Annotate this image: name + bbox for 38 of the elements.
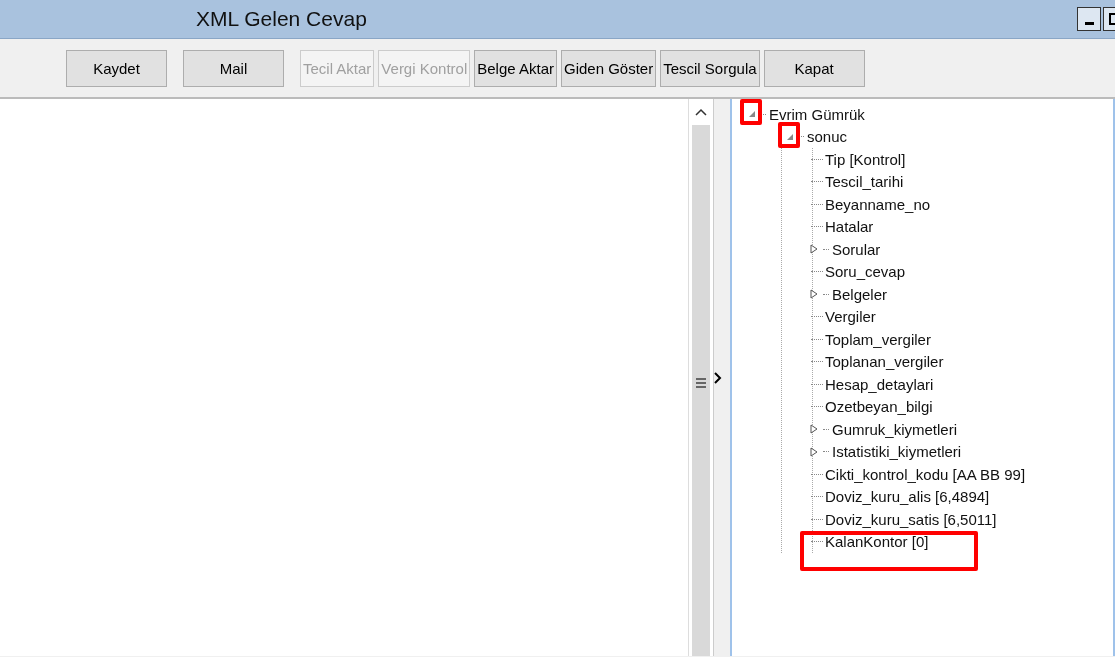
toolbar-button[interactable]: Mail [183, 49, 284, 87]
tree-node[interactable]: Hatalar [823, 218, 874, 236]
tree-node[interactable]: Tescil_tarihi [823, 173, 904, 191]
tree-node[interactable]: Gumruk_kiymetleri [830, 420, 958, 438]
tree-node[interactable]: Ozetbeyan_bilgi [823, 398, 933, 416]
expanded-triangle-icon[interactable] [747, 109, 757, 120]
collapsed-triangle-icon[interactable] [809, 424, 819, 435]
tree-node[interactable]: Hesap_detaylari [823, 375, 934, 393]
minimize-icon [1084, 21, 1094, 25]
minimize-button[interactable] [1077, 7, 1101, 31]
tree-node[interactable]: Sorular [830, 240, 881, 258]
collapsed-triangle-icon[interactable] [809, 244, 819, 255]
tree-node[interactable]: Toplam_vergiler [823, 330, 931, 348]
tree-node[interactable]: Evrim Gümrük [767, 105, 865, 123]
toolbar-button[interactable]: Giden Göster [560, 49, 657, 87]
tree-node[interactable]: Doviz_kuru_satis [6,5011] [823, 510, 997, 528]
tree-node[interactable]: Toplanan_vergiler [823, 353, 944, 371]
toolbar-button[interactable]: Kaydet [66, 49, 167, 87]
tree-node[interactable]: Beyanname_no [823, 195, 931, 213]
tree-node[interactable]: Belgeler [830, 285, 888, 303]
tree-node[interactable]: Vergiler [823, 308, 876, 326]
chevron-up-icon [695, 108, 707, 116]
toolbar-button[interactable]: Tescil Sorgula [660, 49, 760, 87]
collapsed-triangle-icon[interactable] [809, 446, 819, 457]
chevron-right-icon [714, 371, 722, 384]
grip-icon [695, 376, 707, 389]
tree-node[interactable]: Soru_cevap [823, 263, 906, 281]
tree-node[interactable]: sonuc [805, 128, 848, 146]
scrollbar[interactable] [688, 99, 713, 656]
window-title: XML Gelen Cevap [196, 7, 367, 31]
tree-node[interactable]: Doviz_kuru_alis [6,4894] [823, 488, 990, 506]
toolbar-button[interactable]: Kapat [763, 49, 865, 87]
tree-node[interactable]: Cikti_kontrol_kodu [AA BB 99] [823, 465, 1026, 483]
tree-node[interactable]: Istatistiki_kiymetleri [830, 443, 962, 461]
toolbar-button[interactable]: Belge Aktar [474, 49, 557, 87]
tree-node[interactable]: KalanKontor [0] [823, 533, 929, 551]
collapsed-triangle-icon[interactable] [809, 289, 819, 300]
tree-node[interactable]: Tip [Kontrol] [823, 150, 906, 168]
